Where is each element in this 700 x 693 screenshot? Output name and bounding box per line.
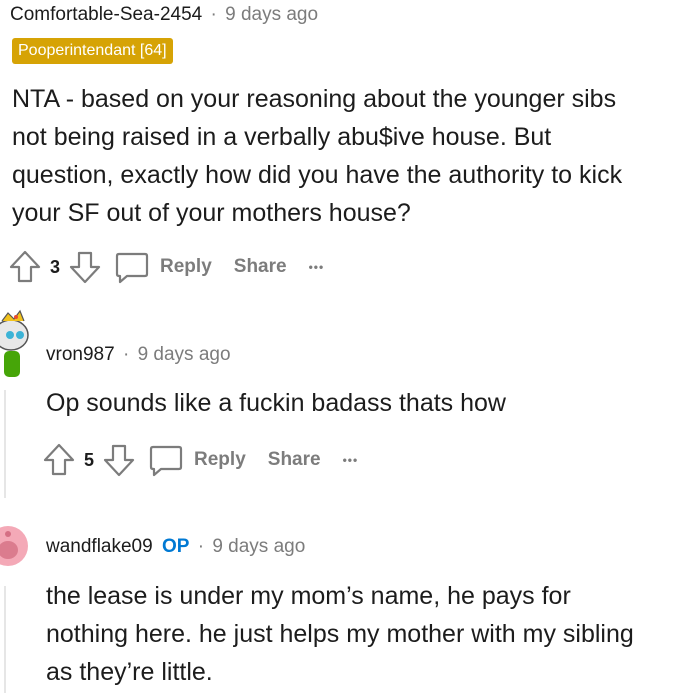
thread-line[interactable] xyxy=(4,586,6,693)
avatar[interactable] xyxy=(0,305,30,381)
thread-line[interactable] xyxy=(4,390,6,498)
comment-3-author[interactable]: wandflake09 xyxy=(46,536,153,557)
vote-count: 5 xyxy=(84,449,95,470)
more-icon[interactable]: ••• xyxy=(343,453,359,467)
vote-count: 3 xyxy=(50,256,61,277)
user-flair: Pooperintendant [64] xyxy=(12,38,173,64)
comment-1-line: question, exactly how did you have the a… xyxy=(12,161,623,189)
comment-1-timestamp[interactable]: 9 days ago xyxy=(225,4,318,25)
meta-separator: · xyxy=(210,4,217,25)
more-icon[interactable]: ••• xyxy=(309,260,325,274)
comment-1-body: NTA - based on your reasoning about the … xyxy=(12,80,692,232)
share-button[interactable]: Share xyxy=(268,449,321,471)
comment-1-author[interactable]: Comfortable-Sea-2454 xyxy=(10,4,202,25)
meta-separator: · xyxy=(122,344,130,365)
comment-2-timestamp[interactable]: 9 days ago xyxy=(138,344,231,365)
avatar[interactable] xyxy=(0,520,28,576)
comment-2-body: Op sounds like a fuckin badass thats how xyxy=(46,384,686,422)
downvote-icon[interactable] xyxy=(102,442,136,478)
comment-1-header: Comfortable-Sea-2454 · 9 days ago xyxy=(10,4,318,26)
comment-bubble-icon[interactable] xyxy=(148,443,184,477)
downvote-icon[interactable] xyxy=(68,249,102,285)
reply-button[interactable]: Reply xyxy=(160,256,212,278)
comment-2-author[interactable]: vron987 xyxy=(46,344,115,365)
comment-3-line: nothing here. he just helps my mother wi… xyxy=(46,620,634,648)
comment-3-header: wandflake09 OP · 9 days ago xyxy=(46,536,305,558)
comment-3-line: the lease is under my mom’s name, he pay… xyxy=(46,582,571,610)
reply-button[interactable]: Reply xyxy=(194,449,246,471)
comment-3-timestamp[interactable]: 9 days ago xyxy=(212,536,305,557)
op-badge: OP xyxy=(161,536,190,557)
meta-separator: · xyxy=(197,536,205,557)
comment-3-body: the lease is under my mom’s name, he pay… xyxy=(46,577,696,691)
comment-1-actions: 3 Reply Share ••• xyxy=(8,249,324,285)
comment-1-line: your SF out of your mothers house? xyxy=(12,199,411,227)
upvote-icon[interactable] xyxy=(42,442,76,478)
comment-1-line: NTA - based on your reasoning about the … xyxy=(12,85,617,113)
share-button[interactable]: Share xyxy=(234,256,287,278)
upvote-icon[interactable] xyxy=(8,249,42,285)
comment-2-actions: 5 Reply Share ••• xyxy=(42,442,358,478)
comment-2-header: vron987 · 9 days ago xyxy=(46,344,231,366)
comment-bubble-icon[interactable] xyxy=(114,250,150,284)
comment-3-line: as they’re little. xyxy=(46,658,213,686)
comment-2-line: Op sounds like a fuckin badass thats how xyxy=(46,389,506,417)
comment-1-line: not being raised in a verbally abu$ive h… xyxy=(12,123,552,151)
